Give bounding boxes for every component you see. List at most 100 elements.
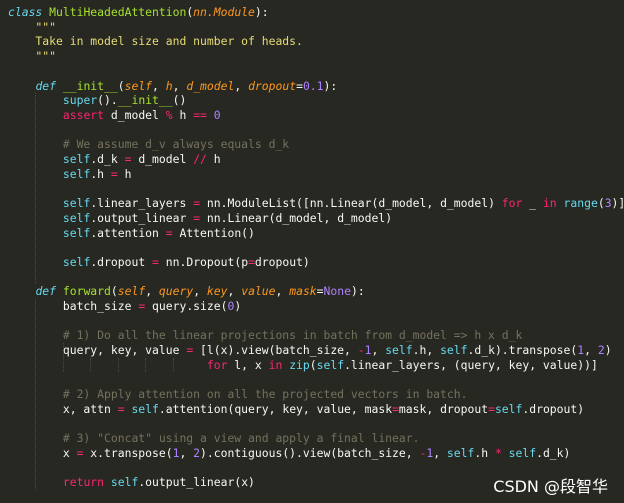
code-editor[interactable]: class MultiHeadedAttention(nn.Module): "… <box>0 0 624 503</box>
code-token: self <box>316 357 345 372</box>
code-token: value <box>241 284 276 299</box>
code-token: # 2) Apply attention on all the projecte… <box>8 387 468 402</box>
code-token: mask, dropout <box>398 401 489 416</box>
code-token: self <box>131 401 159 416</box>
code-token: )]) <box>611 196 624 211</box>
code-token: self <box>440 343 468 358</box>
code-token: class <box>8 5 43 19</box>
indent-guide <box>35 299 37 491</box>
code-token: MultiHeadedAttention <box>49 5 187 19</box>
code-token: query <box>158 284 194 299</box>
code-token: , <box>179 446 194 460</box>
code-token: () <box>172 93 187 108</box>
code-token: self <box>494 401 523 416</box>
code-line: assert d_model % h == 0 <box>8 108 221 123</box>
code-token: d_model <box>186 78 235 93</box>
code-token: query.size( <box>145 299 228 313</box>
code-token: self <box>508 446 537 460</box>
code-token: , <box>145 284 159 299</box>
code-token: 0 <box>213 107 221 122</box>
code-token: .output_linear <box>90 210 194 225</box>
code-line: # 1) Do all the linear projections in ba… <box>8 328 522 343</box>
code-token: ( <box>309 357 317 372</box>
code-token: h <box>206 152 221 166</box>
code-line: Take in model size and number of heads. <box>8 34 302 49</box>
code-token: 3 <box>604 196 612 211</box>
code-line: x = x.transpose(1, 2).contiguous().view(… <box>8 446 571 461</box>
code-line: query, key, value = [l(x).view(batch_siz… <box>8 343 612 358</box>
code-token: ).contiguous().view(batch_size, <box>200 446 420 460</box>
code-token: super <box>62 93 98 108</box>
code-token: range <box>563 196 598 211</box>
code-token: = <box>117 401 125 416</box>
code-token: = <box>392 401 399 416</box>
code-token: """ <box>8 49 57 64</box>
code-line: class MultiHeadedAttention(nn.Module): <box>8 5 269 20</box>
code-token: ): <box>254 5 269 19</box>
code-line: return self.output_linear(x) <box>8 475 255 490</box>
code-token: = <box>316 284 324 299</box>
code-token: .output_linear(x) <box>138 475 255 490</box>
code-token: % <box>165 107 173 122</box>
code-line: self.h = h <box>8 166 132 182</box>
code-token: .linear_layers <box>90 196 194 211</box>
code-token: l, x <box>227 357 269 372</box>
code-token: = <box>248 254 255 269</box>
code-token: __init__ <box>117 93 173 108</box>
code-token: .attention <box>90 225 166 240</box>
code-token: [l(x).view(batch_size, <box>193 343 358 358</box>
code-token: // <box>193 152 207 166</box>
watermark-text: CSDN @段智华 <box>493 477 608 496</box>
code-token: = <box>110 166 118 181</box>
code-token: self <box>62 152 91 166</box>
code-token: nn.ModuleList([nn.Linear(d_model, d_mode… <box>200 196 502 211</box>
code-line: def forward(self, query, key, value, mas… <box>8 284 365 299</box>
code-token: , <box>433 446 447 460</box>
code-token: ( <box>110 284 118 299</box>
code-line: # We assume d_v always equals d_k <box>8 137 289 152</box>
code-token: self <box>446 446 475 460</box>
code-token: = <box>165 225 173 240</box>
indent-guide <box>62 343 64 373</box>
code-token: in <box>542 196 557 211</box>
code-token: # 3) "Concat" using a view and apply a f… <box>8 431 420 446</box>
code-token: self <box>117 284 146 299</box>
code-token: self <box>62 196 91 211</box>
code-token: self <box>124 78 153 93</box>
code-token: , <box>275 284 290 299</box>
code-line: # 2) Apply attention on all the projecte… <box>8 387 468 402</box>
code-token: , <box>227 284 242 299</box>
code-token: _ <box>522 196 543 211</box>
code-token: # We assume d_v always equals d_k <box>8 137 290 152</box>
code-token: nn.Module <box>193 5 255 19</box>
code-token: ( <box>117 78 125 93</box>
code-token: ( <box>597 196 605 211</box>
code-token: .d_k) <box>536 446 571 460</box>
code-token: , <box>584 343 598 358</box>
code-token: - <box>357 343 365 358</box>
code-line: """ <box>8 20 56 35</box>
code-line: for l, x in zip(self.linear_layers, (que… <box>8 358 598 373</box>
code-token: self <box>385 343 413 358</box>
code-token: = <box>296 78 303 93</box>
code-token: ): <box>350 284 365 299</box>
code-line: self.d_k = d_model // h <box>8 152 221 167</box>
code-line: self.attention = Attention() <box>8 226 255 241</box>
code-token: (). <box>97 93 118 108</box>
code-token: batch_size <box>8 299 139 313</box>
code-token: h <box>165 78 173 93</box>
code-token: nn.Dropout(p <box>158 254 249 269</box>
code-token: = <box>488 401 495 416</box>
code-token: for <box>501 196 523 211</box>
code-line: self.dropout = nn.Dropout(p=dropout) <box>8 255 310 270</box>
code-token: x, attn <box>8 401 118 416</box>
code-token: h <box>172 107 194 122</box>
code-token: , <box>152 78 166 93</box>
code-token: .d_k).transpose( <box>467 343 578 358</box>
indent-guide <box>117 357 119 373</box>
